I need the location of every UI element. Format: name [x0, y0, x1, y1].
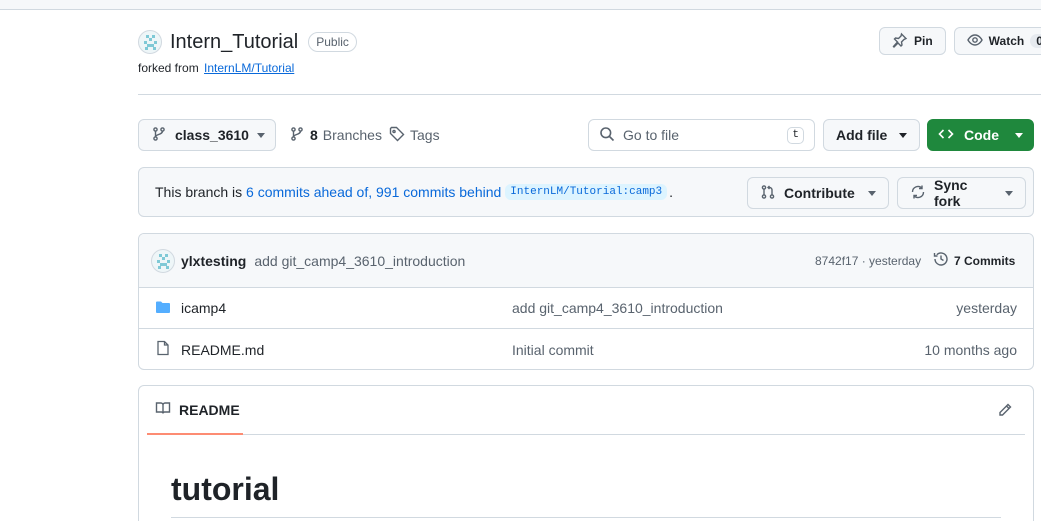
add-file-button[interactable]: Add file: [823, 119, 920, 151]
top-strip: [0, 0, 1041, 10]
tags-link[interactable]: Tags: [389, 119, 440, 151]
branch-name: class_3610: [175, 127, 249, 143]
git-branch-icon: [151, 126, 167, 145]
upstream-ref[interactable]: InternLM/Tutorial:camp3: [505, 184, 668, 200]
sync-fork-button[interactable]: Sync fork: [897, 177, 1026, 209]
readme-tab-label: README: [179, 401, 240, 418]
owner-avatar[interactable]: [138, 30, 162, 54]
branches-count: 8: [310, 127, 318, 143]
forked-from-line: forked from InternLM/Tutorial: [138, 61, 357, 75]
status-prefix: This branch is: [155, 184, 243, 200]
file-navigation: class_3610 8 Branches Tags Go to file t …: [138, 119, 1034, 151]
commit-author-link[interactable]: ylxtesting: [181, 253, 246, 269]
branches-label: Branches: [322, 127, 382, 143]
book-icon: [155, 400, 171, 419]
file-table: ylxtesting add git_camp4_3610_introducti…: [138, 233, 1034, 370]
code-label: Code: [964, 127, 999, 143]
pin-label: Pin: [914, 34, 933, 48]
repo-header-actions: Pin Watch 0: [879, 27, 1041, 55]
file-name-link[interactable]: icamp4: [181, 300, 226, 316]
chevron-down-icon: [1005, 190, 1013, 196]
branch-status-text: This branch is 6 commits ahead of, 991 c…: [155, 184, 673, 200]
readme-heading: tutorial: [171, 471, 280, 507]
search-shortcut-hint: t: [787, 126, 804, 144]
contribute-label: Contribute: [784, 185, 855, 201]
branch-status-banner: This branch is 6 commits ahead of, 991 c…: [138, 167, 1034, 217]
file-last-commit-link[interactable]: Initial commit: [512, 342, 594, 358]
file-name-link[interactable]: README.md: [181, 342, 264, 358]
commit-author-avatar[interactable]: [151, 248, 175, 273]
tab-readme[interactable]: README: [147, 386, 243, 435]
search-icon: [599, 126, 615, 145]
repo-name-link[interactable]: Intern_Tutorial: [170, 31, 298, 54]
pin-icon: [892, 32, 908, 51]
pin-button[interactable]: Pin: [879, 27, 946, 55]
commits-behind-link[interactable]: 991 commits behind: [376, 184, 501, 200]
header-divider: [138, 94, 1041, 95]
file-row-readme[interactable]: README.md Initial commit 10 months ago: [139, 329, 1033, 369]
sync-icon: [910, 184, 926, 203]
watch-count: 0: [1030, 34, 1041, 48]
branches-link[interactable]: 8 Branches: [289, 119, 382, 151]
latest-commit-row: ylxtesting add git_camp4_3610_introducti…: [139, 234, 1033, 288]
repo-header: Intern_Tutorial Public forked from Inter…: [138, 28, 357, 75]
go-to-file-input[interactable]: Go to file t: [588, 119, 815, 151]
search-placeholder: Go to file: [623, 127, 680, 143]
sync-fork-label: Sync fork: [934, 177, 968, 209]
file-row-icamp4[interactable]: icamp4 add git_camp4_3610_introduction y…: [139, 288, 1033, 329]
pencil-icon: [997, 403, 1013, 421]
chevron-down-icon: [868, 190, 876, 196]
commits-count-label: 7 Commits: [954, 253, 1016, 268]
forked-prefix: forked from: [138, 61, 199, 75]
contribute-button[interactable]: Contribute: [747, 177, 889, 209]
file-last-updated: yesterday: [956, 300, 1017, 316]
file-icon: [155, 340, 171, 359]
forked-from-link[interactable]: InternLM/Tutorial: [204, 61, 294, 75]
readme-heading-rule: [171, 517, 1001, 518]
chevron-down-icon: [1015, 132, 1023, 138]
git-branch-icon: [289, 126, 305, 145]
git-pull-request-icon: [760, 184, 776, 203]
visibility-badge: Public: [308, 32, 357, 52]
code-button[interactable]: Code: [927, 119, 1034, 151]
watch-button[interactable]: Watch 0: [953, 27, 1041, 55]
code-icon: [938, 126, 954, 145]
branch-selector-button[interactable]: class_3610: [138, 119, 276, 151]
tags-label: Tags: [410, 127, 440, 143]
chevron-down-icon: [256, 132, 265, 138]
edit-readme-button[interactable]: [997, 402, 1013, 421]
file-last-commit-link[interactable]: add git_camp4_3610_introduction: [512, 300, 723, 316]
commits-history-link[interactable]: 7 Commits: [933, 251, 1015, 270]
eye-icon: [966, 32, 983, 51]
status-suffix: .: [669, 184, 674, 200]
readme-tabbar: README: [147, 386, 1025, 435]
add-file-label: Add file: [836, 127, 888, 143]
folder-icon: [155, 299, 171, 318]
tag-icon: [389, 126, 405, 145]
readme-panel: README tutorial: [138, 385, 1034, 521]
chevron-down-icon: [899, 132, 907, 138]
commit-sha-and-time[interactable]: 8742f17 · yesterday: [815, 254, 921, 268]
history-icon: [933, 251, 949, 270]
commit-message-link[interactable]: add git_camp4_3610_introduction: [254, 253, 465, 269]
file-last-updated: 10 months ago: [924, 341, 1017, 358]
watch-label: Watch: [988, 34, 1025, 48]
commits-ahead-link[interactable]: 6 commits ahead of,: [246, 184, 372, 200]
